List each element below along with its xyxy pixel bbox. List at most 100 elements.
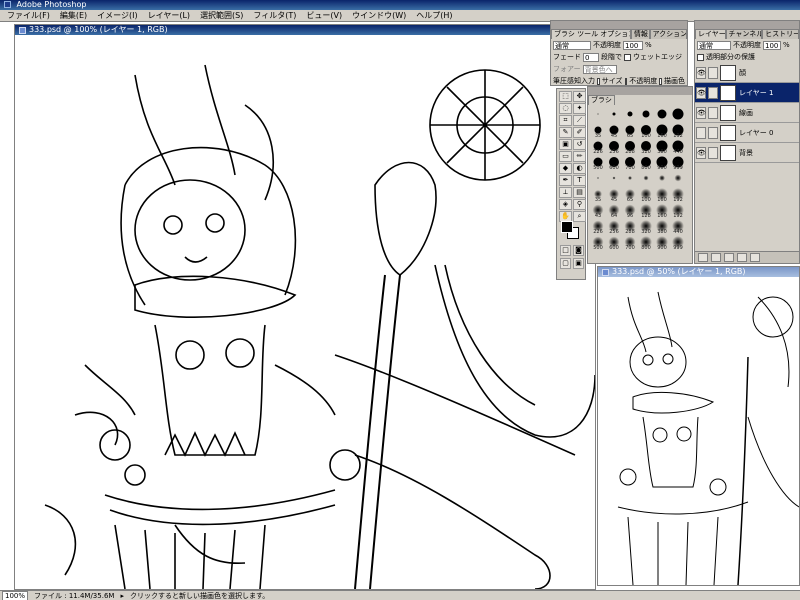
brush-preset[interactable]: 226 — [591, 220, 605, 235]
menu-help[interactable]: ヘルプ(H) — [411, 10, 457, 21]
brush-preset[interactable]: 35 — [591, 188, 605, 203]
paint-bucket-tool-icon[interactable]: ◈ — [559, 199, 572, 210]
move-tool-icon[interactable]: ✥ — [573, 91, 586, 102]
pencil-tool-icon[interactable]: ✏ — [573, 151, 586, 162]
opacity-input[interactable]: 100 — [623, 40, 643, 50]
eye-icon[interactable]: 👁 — [696, 86, 706, 99]
brush-preset[interactable] — [623, 172, 637, 186]
arrow-icon[interactable]: ▸ — [120, 592, 124, 600]
menu-edit[interactable]: 編集(E) — [55, 10, 92, 21]
brush-preset[interactable]: 600 — [607, 236, 621, 251]
brush-preset[interactable]: 320 — [639, 220, 653, 235]
brush-preset[interactable]: 600 — [607, 156, 621, 171]
brush-icon[interactable] — [708, 86, 718, 99]
layer-opacity-input[interactable]: 100 — [763, 40, 781, 50]
canvas[interactable] — [15, 35, 595, 589]
eraser-tool-icon[interactable]: ▭ — [559, 151, 572, 162]
brush-preset[interactable]: 45 — [607, 188, 621, 203]
tab-actions[interactable]: アクション — [649, 29, 687, 39]
layer-row[interactable]: 👁 レイヤー 1 — [695, 83, 799, 103]
measure-tool-icon[interactable]: ⟂ — [559, 187, 572, 198]
menu-image[interactable]: イメージ(I) — [92, 10, 142, 21]
fade-to-select[interactable]: 背景色へ — [582, 64, 617, 74]
brush-preset[interactable] — [607, 172, 621, 186]
eyedropper-tool-icon[interactable]: ⚲ — [573, 199, 586, 210]
tab-brush-options[interactable]: ブラシ ツール オプション — [551, 29, 631, 39]
brush-preset[interactable]: 45 — [607, 124, 621, 139]
zoom-level[interactable]: 100% — [2, 590, 29, 600]
screen-mode-icon[interactable]: ▢ — [560, 258, 571, 269]
brush-preset[interactable]: 65 — [623, 124, 637, 139]
brush-preset[interactable]: 35 — [591, 124, 605, 139]
menu-filter[interactable]: フィルタ(T) — [248, 10, 301, 21]
gradient-tool-icon[interactable]: ▤ — [573, 187, 586, 198]
brush-preset[interactable]: 192 — [671, 124, 685, 139]
pen-tool-icon[interactable]: ✒ — [559, 175, 572, 186]
layer-row[interactable]: 👁 顔 — [695, 63, 799, 83]
zoom-tool-icon[interactable]: ⌕ — [573, 211, 586, 222]
brush-preset[interactable]: 288 — [623, 220, 637, 235]
quickmask-mode-icon[interactable]: ◙ — [573, 245, 584, 256]
brush-preset[interactable]: 128 — [639, 204, 653, 219]
brush-preset[interactable]: 100 — [639, 188, 653, 203]
brush-preset[interactable] — [607, 108, 621, 122]
slice-tool-icon[interactable]: ⟋ — [573, 115, 586, 126]
dodge-tool-icon[interactable]: ◐ — [573, 163, 586, 174]
brush-preset[interactable]: 800 — [639, 236, 653, 251]
menu-layer[interactable]: レイヤー(L) — [143, 10, 195, 21]
history-brush-tool-icon[interactable]: ↺ — [573, 139, 586, 150]
layer-row[interactable]: レイヤー 0 — [695, 123, 799, 143]
palette-drag-bar[interactable] — [551, 21, 687, 29]
new-layer-set-icon[interactable] — [711, 253, 721, 262]
brush-preset[interactable] — [655, 108, 669, 122]
brush-preset[interactable]: 700 — [623, 156, 637, 171]
brush-preset[interactable]: 440 — [671, 220, 685, 235]
wet-edge-checkbox[interactable] — [624, 53, 631, 61]
blend-mode-select[interactable]: 通常 — [553, 40, 591, 50]
brush-preset[interactable] — [591, 108, 605, 122]
eye-icon[interactable]: 👁 — [696, 66, 706, 79]
standard-mode-icon[interactable]: □ — [560, 245, 571, 256]
brush-preset[interactable]: 192 — [671, 188, 685, 203]
stamp-tool-icon[interactable]: ▣ — [559, 139, 572, 150]
link-icon[interactable] — [708, 66, 718, 79]
eye-icon[interactable]: 👁 — [696, 146, 706, 159]
link-icon[interactable] — [708, 146, 718, 159]
tab-info[interactable]: 情報 — [630, 29, 650, 39]
brush-preset[interactable]: 43 — [591, 204, 605, 219]
brush-preset[interactable]: 700 — [623, 236, 637, 251]
brush-preset[interactable] — [623, 108, 637, 122]
brush-preset[interactable]: 65 — [623, 188, 637, 203]
app-titlebar[interactable]: Adobe Photoshop — [0, 0, 800, 10]
brush-preset[interactable]: 380 — [655, 140, 669, 155]
brush-preset[interactable]: 900 — [655, 236, 669, 251]
link-icon[interactable] — [708, 106, 718, 119]
airbrush-tool-icon[interactable]: ✎ — [559, 127, 572, 138]
document-titlebar[interactable]: 333.psd @ 100% (レイヤー 1, RGB) — [15, 25, 595, 35]
preserve-transparency-checkbox[interactable] — [697, 53, 704, 61]
new-layer-icon[interactable] — [737, 253, 747, 262]
brush-preset[interactable]: 320 — [639, 140, 653, 155]
foreground-color-swatch[interactable] — [561, 221, 573, 233]
crop-tool-icon[interactable]: ⌗ — [559, 115, 572, 126]
brush-preset[interactable]: 226 — [591, 140, 605, 155]
preview-titlebar[interactable]: 333.psd @ 50% (レイヤー 1, RGB) — [598, 267, 799, 277]
brush-preset[interactable]: 160 — [655, 188, 669, 203]
brush-preset[interactable]: 100 — [639, 124, 653, 139]
brush-preset[interactable] — [639, 172, 653, 186]
palette-drag-bar[interactable] — [695, 21, 799, 29]
type-tool-icon[interactable]: T — [573, 175, 586, 186]
brush-preset[interactable]: 999 — [671, 236, 685, 251]
brush-preset[interactable] — [671, 108, 685, 122]
menu-select[interactable]: 選択範囲(S) — [195, 10, 248, 21]
file-info[interactable]: ファイル : 11.4M/35.6M — [34, 591, 114, 600]
brush-preset[interactable]: 64 — [607, 204, 621, 219]
tab-layers[interactable]: レイヤー — [695, 29, 726, 39]
link-icon[interactable] — [708, 126, 718, 139]
brush-preset[interactable]: 999 — [671, 156, 685, 171]
tab-brushes[interactable]: ブラシ — [588, 95, 615, 105]
trash-icon[interactable] — [750, 253, 760, 262]
size-checkbox[interactable] — [597, 77, 600, 85]
layer-row[interactable]: 👁 線画 — [695, 103, 799, 123]
marquee-tool-icon[interactable]: ⬚ — [559, 91, 572, 102]
